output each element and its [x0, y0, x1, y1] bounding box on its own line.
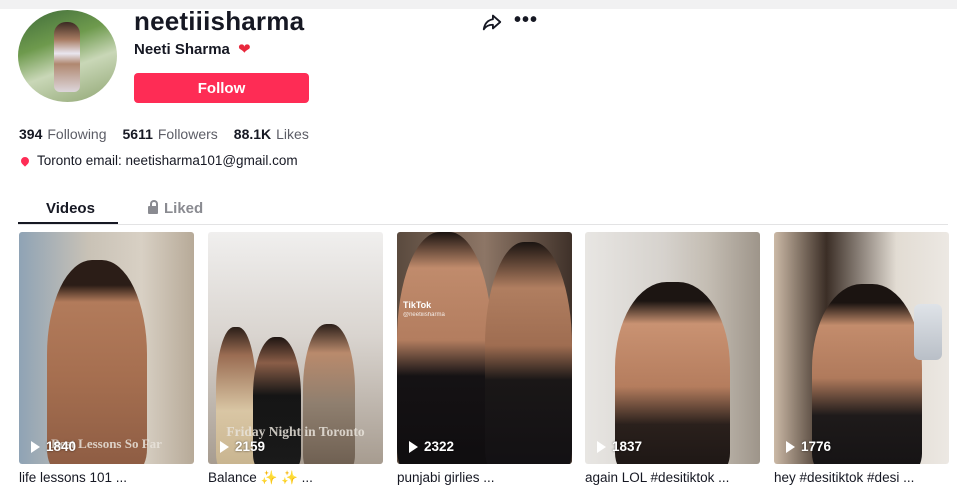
followers-label: Followers [157, 126, 218, 142]
view-count: 1840 [31, 439, 76, 454]
video-grid: Best Lessons So Far 1840 life lessons 10… [19, 232, 949, 500]
avatar-figure [54, 22, 80, 92]
video-caption[interactable]: Balance ✨ ✨ ... [208, 470, 383, 486]
video-card[interactable]: Friday Night in Toronto 2159 Balance ✨ ✨… [208, 232, 383, 486]
tab-videos[interactable]: Videos [46, 200, 95, 217]
video-caption[interactable]: hey #desitiktok #desi ... [774, 470, 949, 485]
avatar[interactable] [18, 10, 117, 102]
view-count: 1837 [597, 439, 642, 454]
video-overlay-text: Friday Night in Toronto [226, 424, 365, 439]
share-icon[interactable] [481, 11, 503, 33]
watermark-text: TikTok [403, 300, 432, 310]
video-caption[interactable]: again LOL #desitiktok ... [585, 470, 760, 485]
view-count: 2322 [409, 439, 454, 454]
likes-count: 88.1K [233, 126, 272, 142]
video-thumbnail[interactable]: TikTok @neetiiisharma 2322 [397, 232, 572, 464]
following-label: Following [47, 126, 107, 142]
play-icon [31, 440, 40, 453]
profile-stats: 394 Following 5611 Followers 88.1K Likes [19, 126, 309, 142]
video-thumbnail[interactable]: 1837 [585, 232, 760, 464]
tab-liked-label: Liked [164, 200, 204, 217]
likes-label: Likes [276, 126, 309, 142]
lock-icon [148, 200, 158, 214]
followers-stat[interactable]: 5611 Followers [123, 126, 218, 142]
video-card[interactable]: TikTok @neetiiisharma 2322 punjabi girli… [397, 232, 572, 485]
username: neetiiisharma [134, 6, 305, 36]
video-thumbnail[interactable]: Best Lessons So Far 1840 [19, 232, 194, 464]
video-card[interactable]: 1776 hey #desitiktok #desi ... [774, 232, 949, 485]
play-icon [786, 440, 795, 453]
bio: Toronto email: neetisharma101@gmail.com [19, 153, 298, 168]
following-stat[interactable]: 394 Following [19, 126, 107, 142]
view-count-value: 1840 [46, 439, 77, 454]
profile-tabs: Videos Liked [18, 190, 948, 225]
play-icon [220, 440, 229, 453]
followers-count: 5611 [122, 126, 153, 142]
location-pin-icon [19, 154, 31, 167]
play-icon [597, 440, 606, 453]
more-options-icon[interactable]: ••• [514, 10, 538, 34]
phone-prop [914, 304, 942, 360]
video-thumbnail[interactable]: Friday Night in Toronto 2159 [208, 232, 383, 464]
view-count-value: 1837 [612, 439, 643, 454]
view-count: 1776 [786, 439, 831, 454]
view-count: 2159 [220, 439, 265, 454]
display-name-text: Neeti Sharma [134, 41, 230, 58]
active-tab-indicator [18, 222, 118, 224]
follow-button[interactable]: Follow [134, 73, 309, 103]
tab-liked[interactable]: Liked [148, 200, 203, 217]
view-count-value: 2322 [424, 439, 455, 454]
video-caption[interactable]: punjabi girlies ... [397, 470, 572, 485]
video-caption[interactable]: life lessons 101 ... [19, 470, 194, 485]
bio-text: Toronto email: neetisharma101@gmail.com [37, 153, 298, 168]
likes-stat: 88.1K Likes [234, 126, 309, 142]
play-icon [409, 440, 418, 453]
view-count-value: 1776 [801, 439, 832, 454]
watermark-handle: @neetiiisharma [403, 312, 445, 318]
following-count: 394 [19, 126, 43, 142]
display-name: Neeti Sharma ❤ [134, 40, 251, 58]
tiktok-watermark: TikTok @neetiiisharma [403, 300, 445, 320]
heart-icon: ❤ [238, 41, 251, 58]
video-card[interactable]: Best Lessons So Far 1840 life lessons 10… [19, 232, 194, 485]
view-count-value: 2159 [235, 439, 266, 454]
video-card[interactable]: 1837 again LOL #desitiktok ... [585, 232, 760, 485]
video-thumbnail[interactable]: 1776 [774, 232, 949, 464]
